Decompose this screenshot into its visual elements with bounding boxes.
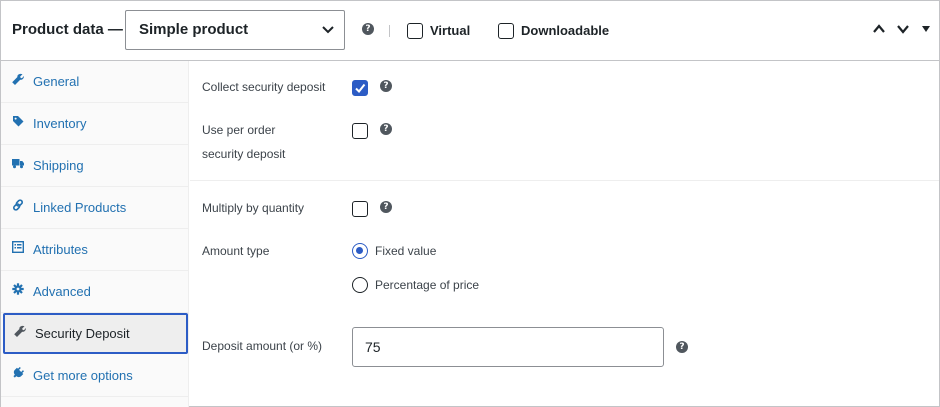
list-icon [12,241,24,253]
collect-deposit-label: Collect security deposit [202,80,326,94]
tab-label: Advanced [33,284,91,299]
section-divider [190,180,939,181]
percentage-radio[interactable] [352,277,368,293]
tab-label: Get more options [33,368,133,383]
per-order-label-line1: Use per order [202,123,276,137]
link-icon [12,199,24,211]
tab-linked-products[interactable]: Linked Products [1,187,189,229]
help-icon[interactable]: ? [380,201,392,213]
chevron-down-icon[interactable] [896,22,910,36]
tab-advanced[interactable]: Advanced [1,271,189,313]
tab-label: Attributes [33,242,88,257]
multiply-quantity-label: Multiply by quantity [202,201,305,215]
truck-icon [12,159,24,169]
collect-deposit-checkbox[interactable] [352,80,368,96]
product-data-tabs: General Inventory Shipping Linked Produc… [1,61,189,407]
tag-icon [13,116,24,127]
fixed-value-label[interactable]: Fixed value [375,244,436,258]
help-icon[interactable]: ? [380,123,392,135]
chevron-down-icon [322,26,334,34]
gear-icon [12,283,24,295]
product-type-value: Simple product [139,21,249,38]
product-type-select[interactable]: Simple product [125,10,345,50]
product-data-header: Product data — Simple product ? Virtual … [1,1,939,61]
multiply-quantity-checkbox[interactable] [352,201,368,217]
percentage-label[interactable]: Percentage of price [375,278,479,292]
tab-label: Shipping [33,158,84,173]
wrench-icon [12,73,24,85]
checkmark-icon [355,83,366,94]
help-icon[interactable]: ? [676,341,688,353]
tab-label: General [33,74,80,89]
tab-attributes[interactable]: Attributes [1,229,189,271]
tab-inventory[interactable]: Inventory [1,103,189,145]
tab-shipping[interactable]: Shipping [1,145,189,187]
product-data-panel: Product data — Simple product ? Virtual … [0,0,940,407]
tab-label: Inventory [33,116,87,131]
help-icon[interactable]: ? [380,80,392,92]
deposit-amount-input[interactable]: 75 [352,327,664,367]
per-order-label-line2: security deposit [202,147,286,161]
virtual-checkbox[interactable] [407,23,423,39]
triangle-down-icon[interactable] [921,24,931,34]
header-divider [389,25,390,37]
chevron-up-icon[interactable] [872,22,886,36]
tab-get-more-options[interactable]: Get more options [1,355,189,397]
amount-type-label: Amount type [202,244,270,258]
product-data-title: Product data — [12,21,123,38]
help-icon[interactable]: ? [362,23,374,35]
tab-general[interactable]: General [1,61,189,103]
fixed-value-radio[interactable] [352,243,368,259]
deposit-amount-label: Deposit amount (or %) [202,339,323,353]
security-deposit-panel: Collect security deposit ? Use per order… [190,61,939,407]
tab-security-deposit[interactable]: Security Deposit [3,313,188,354]
virtual-label[interactable]: Virtual [430,23,470,38]
plugin-icon [13,367,24,378]
tab-label: Linked Products [33,200,127,215]
downloadable-label[interactable]: Downloadable [521,23,609,38]
tab-label: Security Deposit [35,326,130,341]
downloadable-checkbox[interactable] [498,23,514,39]
wrench-icon [14,325,26,337]
per-order-deposit-checkbox[interactable] [352,123,368,139]
